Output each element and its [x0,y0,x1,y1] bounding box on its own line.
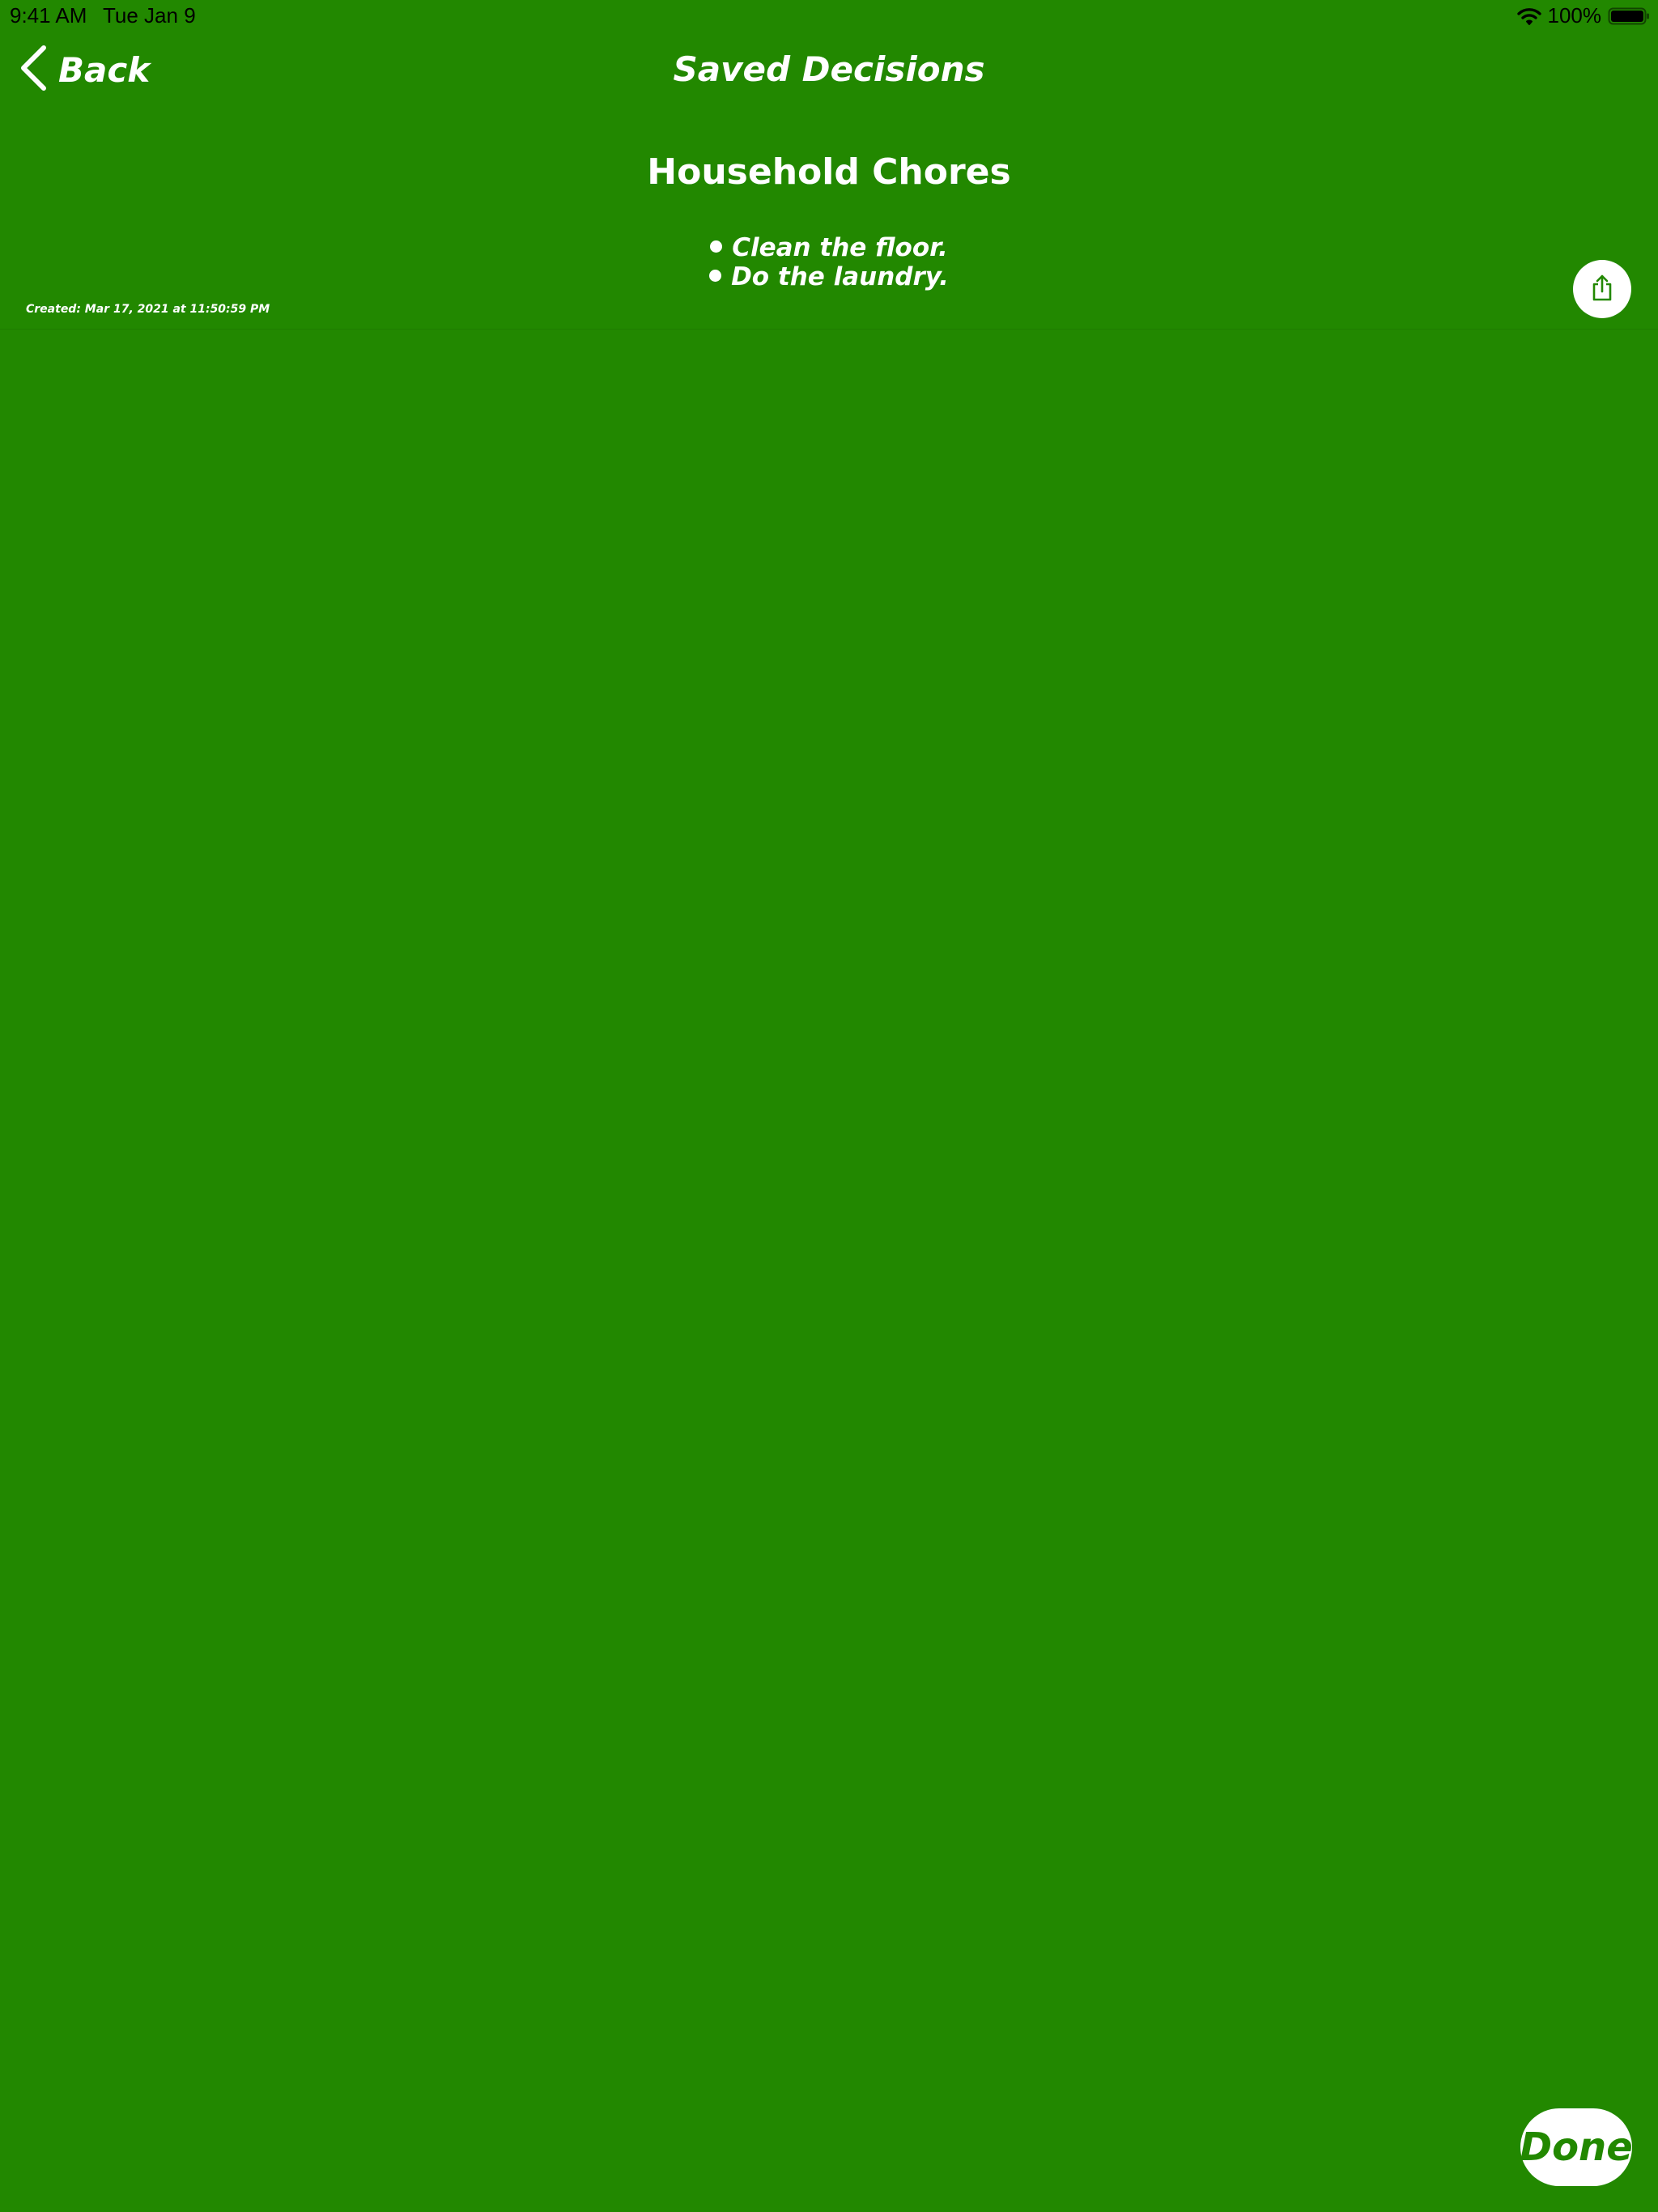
share-icon [1591,274,1613,304]
decision-items-list: Clean the floor. Do the laundry. [0,233,1658,291]
decision-card[interactable]: Household Chores Clean the floor. Do the… [0,143,1658,330]
decision-item: Do the laundry. [0,262,1658,291]
status-time: 9:41 AM [10,3,87,28]
share-button[interactable] [1573,260,1631,318]
bullet-icon [709,270,722,282]
created-timestamp: Created: Mar 17, 2021 at 11:50:59 PM [26,303,270,316]
status-indicators: 100% [1516,3,1651,28]
bullet-icon [710,240,723,253]
status-date: Tue Jan 9 [103,3,196,28]
decision-title: Household Chores [647,151,1011,193]
battery-percent: 100% [1547,3,1602,28]
battery-icon [1608,6,1650,26]
decision-item-text: Do the laundry. [731,262,949,291]
done-button[interactable]: Done [1520,2108,1633,2186]
wifi-icon [1516,6,1541,26]
status-bar: 9:41 AM Tue Jan 9 100% [0,0,1658,32]
decision-item-text: Clean the floor. [732,233,948,262]
done-label: Done [1520,2125,1633,2170]
page-title: Saved Decisions [673,49,985,89]
decision-item: Clean the floor. [0,233,1658,262]
